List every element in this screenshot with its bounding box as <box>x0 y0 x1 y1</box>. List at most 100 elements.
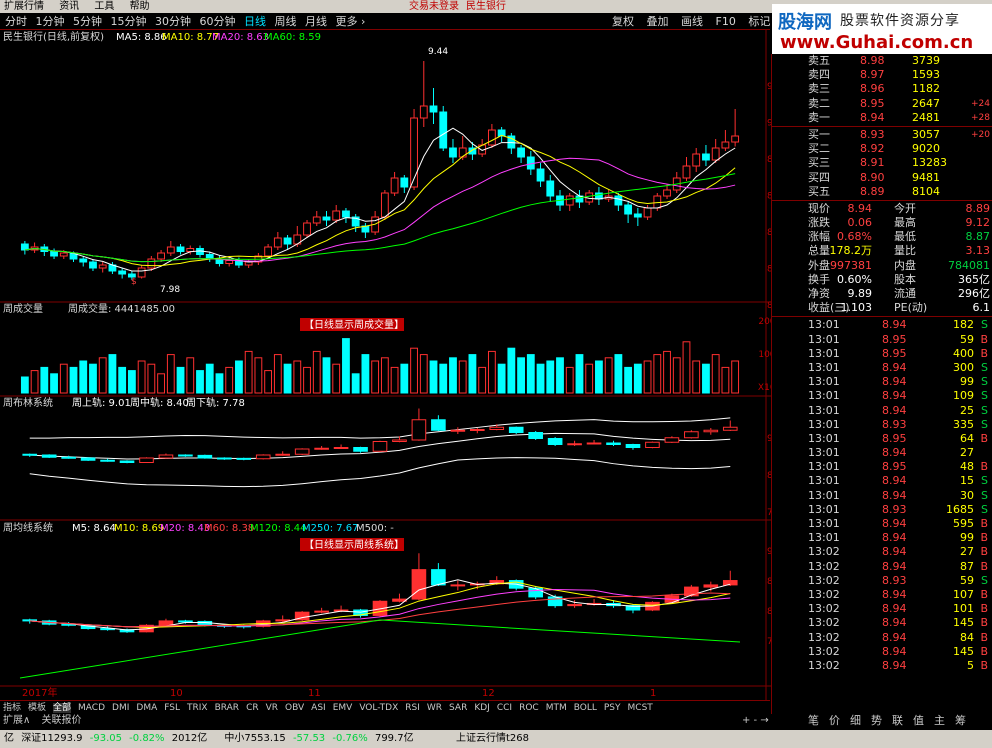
order-book-sell-row[interactable]: 卖三 8.96 1182 <box>772 82 992 96</box>
expand-button[interactable]: 扩展∧ <box>3 715 30 726</box>
shenzhen-index[interactable]: 深证11293.9 <box>21 733 82 744</box>
indicator-tab[interactable]: MTM <box>546 703 567 713</box>
right-panel-tab[interactable]: 细 <box>850 714 861 727</box>
menu-item-expand[interactable]: 扩展行情 <box>4 1 44 12</box>
smallcap-index[interactable]: 中小7553.15 <box>224 733 285 744</box>
candle-body <box>137 267 146 278</box>
indicator-tab[interactable]: VR <box>266 703 278 713</box>
kline-chart-area[interactable]: 民生银行(日线,前复权) MA5: 8.86 MA10: 8.77 MA20: … <box>0 30 771 700</box>
indicator-tab[interactable]: BOLL <box>574 703 597 713</box>
quote-row: 换手 0.60% 股本 365亿 <box>772 273 992 287</box>
period-tab[interactable]: 60分钟 <box>200 13 236 30</box>
indicator-tab[interactable]: VOL-TDX <box>359 703 398 713</box>
right-panel-tab[interactable]: 值 <box>913 714 924 727</box>
indicator-tab[interactable]: WR <box>427 703 442 713</box>
draw-line-button[interactable]: 画线 <box>681 15 703 28</box>
menu-item-help[interactable]: 帮助 <box>130 1 150 12</box>
period-tab-selected[interactable]: 日线 <box>244 13 266 30</box>
tick-volume: 99 <box>960 531 974 545</box>
candle-body <box>322 216 331 221</box>
indicator-tab[interactable]: PSY <box>604 703 621 713</box>
volume-bar <box>147 363 156 394</box>
indicator-tab[interactable]: CR <box>246 703 259 713</box>
indicator-tabs: 指标 模板 全部 MACD DMI DMA FSL TRIX BRAR CR VR OBV ASI EMV… <box>0 700 770 714</box>
indicator-tab[interactable]: RSI <box>405 703 420 713</box>
restore-rights-button[interactable]: 复权 <box>612 15 634 28</box>
period-tab[interactable]: 5分钟 <box>73 13 102 30</box>
right-panel-tab[interactable]: 笔 <box>808 714 819 727</box>
tick-side: S <box>981 573 988 587</box>
order-book-sell-row[interactable]: 卖四 8.97 1593 <box>772 68 992 82</box>
quote-value: 0.60% <box>837 272 872 286</box>
indicator-tab[interactable]: OBV <box>285 703 304 713</box>
indicator-tab[interactable]: DMA <box>136 703 157 713</box>
order-book-buy-row[interactable]: 买四 8.90 9481 <box>772 171 992 185</box>
tick-time: 13:01 <box>808 431 840 445</box>
order-book-buy-row[interactable]: 买一 8.93 3057 +20 <box>772 128 992 142</box>
candle-body <box>721 141 730 149</box>
indicator-tab[interactable]: TRIX <box>187 703 208 713</box>
indicator-tab[interactable]: KDJ <box>474 703 490 713</box>
menu-item-tools[interactable]: 工具 <box>94 1 114 12</box>
period-more[interactable]: 更多 › <box>336 13 366 30</box>
indicator-tab[interactable]: FSL <box>164 703 180 713</box>
period-tab[interactable]: 月线 <box>305 13 327 30</box>
tick-volume: 101 <box>953 602 974 616</box>
sell-change: +24 <box>971 98 990 109</box>
order-book-sell-row[interactable]: 卖二 8.95 2647 +24 <box>772 97 992 111</box>
volume-bar <box>273 354 282 394</box>
indicator-tab[interactable]: MACD <box>78 703 105 713</box>
login-warning[interactable]: 交易未登录 <box>409 0 459 13</box>
tick-side: S <box>981 502 988 516</box>
period-tab[interactable]: 15分钟 <box>111 13 147 30</box>
zoom-controls[interactable]: + - → <box>742 714 769 728</box>
indicator-tab[interactable]: ROC <box>519 703 539 713</box>
order-book-buy-row[interactable]: 买二 8.92 9020 <box>772 142 992 156</box>
right-panel-tab[interactable]: 势 <box>871 714 882 727</box>
right-panel-tab[interactable]: 价 <box>829 714 840 727</box>
mark-button[interactable]: 标记 <box>748 15 770 28</box>
ma-line <box>24 127 736 272</box>
indicator-tab[interactable]: MCST <box>628 703 653 713</box>
tick-row: 13:01 8.95 64 B <box>772 432 992 446</box>
indicator-tab[interactable]: CCI <box>497 703 512 713</box>
right-panel-tab[interactable]: 联 <box>892 714 903 727</box>
server-status[interactable]: 上证云行情t268 <box>456 730 529 748</box>
order-book-buy-row[interactable]: 买五 8.89 8104 <box>772 185 992 199</box>
overlay-button[interactable]: 叠加 <box>647 15 669 28</box>
tick-volume: 300 <box>953 360 974 374</box>
quote-value: 997381 <box>830 258 872 272</box>
boll-candle-body <box>567 443 582 446</box>
right-panel-tab[interactable]: 主 <box>934 714 945 727</box>
candle-body <box>517 147 525 158</box>
order-book-buy-row[interactable]: 买三 8.91 13283 <box>772 156 992 170</box>
volume-bar <box>419 354 428 394</box>
tick-side: S <box>981 389 988 403</box>
event-mark[interactable]: $ <box>131 277 137 287</box>
right-panel-tab[interactable]: 筹 <box>955 714 966 727</box>
f10-button[interactable]: F10 <box>716 15 736 28</box>
period-tab[interactable]: 30分钟 <box>155 13 191 30</box>
tick-price: 8.94 <box>882 360 907 374</box>
indicator-tab[interactable]: SAR <box>449 703 467 713</box>
related-quote-button[interactable]: 关联报价 <box>42 715 82 726</box>
tick-volume: 64 <box>960 431 974 445</box>
tick-side: S <box>981 403 988 417</box>
order-book-sell-row[interactable]: 卖一 8.94 2481 +28 <box>772 111 992 125</box>
period-tab[interactable]: 周线 <box>275 13 297 30</box>
indicator-tab[interactable]: 模板 <box>28 703 46 713</box>
boll-candle-body <box>703 429 719 433</box>
indicator-tab[interactable]: 全部 <box>53 703 72 713</box>
period-tab[interactable]: 分时 <box>5 13 27 30</box>
indicator-tab[interactable]: BRAR <box>215 703 239 713</box>
tick-side: S <box>981 474 988 488</box>
order-book-sell-row[interactable]: 卖五 8.98 3739 <box>772 54 992 68</box>
volume-bar <box>711 354 720 394</box>
period-tab[interactable]: 1分钟 <box>36 13 65 30</box>
menu-item-news[interactable]: 资讯 <box>59 1 79 12</box>
indicator-tab[interactable]: ASI <box>311 703 326 713</box>
indicator-tab[interactable]: 指标 <box>3 703 21 713</box>
indicator-tab[interactable]: EMV <box>333 703 353 713</box>
indicator-tab[interactable]: DMI <box>112 703 129 713</box>
boll-candle-body <box>178 454 193 457</box>
